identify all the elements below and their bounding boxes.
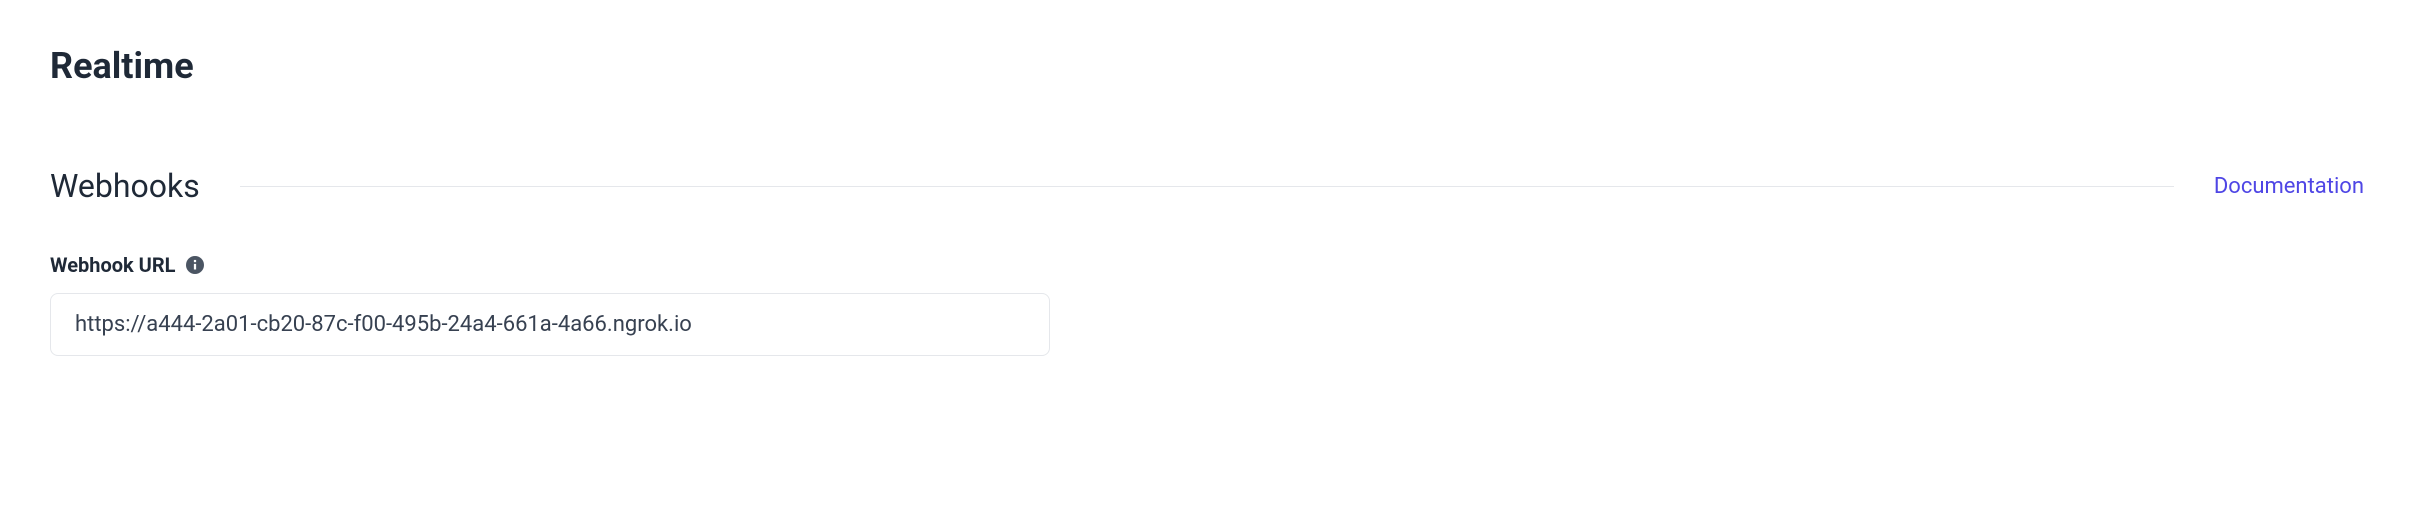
webhook-url-input[interactable] [50, 293, 1050, 356]
webhook-url-label-row: Webhook URL [50, 253, 2364, 277]
info-icon[interactable] [186, 256, 204, 274]
page-title: Realtime [50, 45, 2364, 87]
documentation-link[interactable]: Documentation [2214, 174, 2364, 199]
section-title: Webhooks [50, 167, 200, 205]
section-divider [240, 186, 2174, 187]
section-header: Webhooks Documentation [50, 167, 2364, 205]
webhook-url-label: Webhook URL [50, 253, 176, 277]
